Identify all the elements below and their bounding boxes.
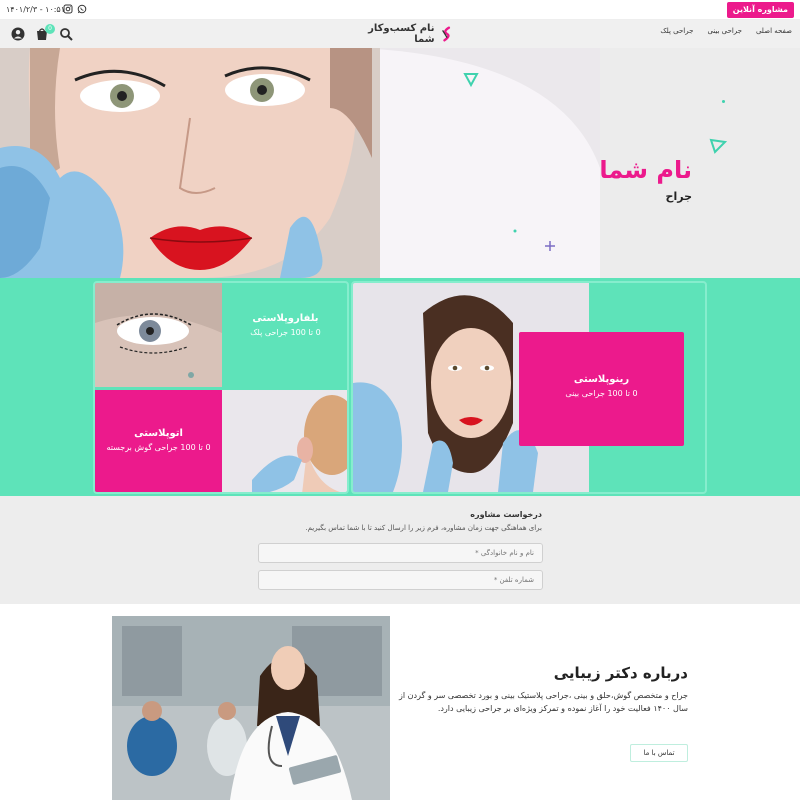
services-section: بلفاروپلاستی 0 تا 100 جراحی پلک اتوپلاست…: [0, 278, 800, 496]
rhinoplasty-card[interactable]: رینوپلاستی 0 تا 100 جراحی بینی: [519, 332, 684, 446]
instagram-icon[interactable]: [63, 4, 73, 14]
otoplasty-card[interactable]: اتوپلاستی 0 تا 100 جراحی گوش برجسته: [95, 390, 222, 492]
about-section: درباره دکتر زیبایی جراح و متخصص گوش،حلق …: [0, 604, 800, 800]
top-bar: مشاوره آنلاین ۱۴۰۱/۲/۳ - ۱۰:۵۱: [0, 0, 800, 20]
eye-closeup-image: [95, 283, 222, 387]
contact-us-button[interactable]: تماس با ما: [630, 744, 688, 762]
card-desc: 0 تا 100 جراحی بینی: [565, 389, 638, 398]
about-title: درباره دکتر زیبایی: [553, 664, 688, 682]
services-right-block: رینوپلاستی 0 تا 100 جراحی بینی: [351, 281, 707, 494]
card-title: رینوپلاستی: [573, 374, 630, 385]
whatsapp-icon[interactable]: [77, 4, 87, 14]
decor-dot: [722, 100, 725, 103]
hero-title: نام شما: [599, 156, 692, 184]
cart-count-badge: 0: [45, 24, 55, 34]
consultation-title: درخواست مشاوره: [470, 510, 542, 519]
date-time: ۱۴۰۱/۲/۳ - ۱۰:۵۱: [6, 5, 66, 14]
logo-mark-icon: [441, 26, 450, 42]
about-text: جراح و متخصص گوش،حلق و بینی ،جراحی پلاست…: [399, 691, 688, 713]
hero-banner: نام شما جراح: [0, 48, 800, 278]
site-header: صفحه اصلی جراحی بینی جراحی پلک نام کسب‌و…: [0, 20, 800, 48]
phone-input[interactable]: [258, 570, 543, 590]
blepharoplasty-card[interactable]: بلفاروپلاستی 0 تا 100 جراحی پلک: [222, 313, 347, 337]
card-desc: 0 تا 100 جراحی گوش برجسته: [106, 443, 211, 452]
full-name-input[interactable]: [258, 543, 543, 563]
nav-item-rhinoplasty[interactable]: جراحی بینی: [707, 27, 742, 35]
online-consultation-button[interactable]: مشاوره آنلاین: [726, 2, 794, 18]
decor-triangle-icon: [709, 138, 728, 154]
card-desc: 0 تا 100 جراحی پلک: [250, 328, 321, 337]
card-title: اتوپلاستی: [134, 428, 183, 439]
main-nav: صفحه اصلی جراحی بینی جراحی پلک: [660, 27, 792, 35]
consultation-subtitle: برای هماهنگی جهت زمان مشاوره، فرم زیر را…: [305, 524, 542, 532]
page: مشاوره آنلاین ۱۴۰۱/۲/۳ - ۱۰:۵۱ صفحه اصلی…: [0, 0, 800, 800]
doctor-photo-image: [112, 616, 390, 800]
nav-item-home[interactable]: صفحه اصلی: [756, 27, 792, 35]
user-icon[interactable]: [11, 27, 25, 41]
site-logo[interactable]: نام کسب‌وکار شما: [353, 23, 453, 45]
search-icon[interactable]: [59, 27, 73, 41]
consultation-section: درخواست مشاوره برای هماهنگی جهت زمان مشا…: [0, 496, 800, 604]
hero-subtitle: جراح: [665, 190, 692, 203]
services-left-block: بلفاروپلاستی 0 تا 100 جراحی پلک اتوپلاست…: [93, 281, 349, 494]
nav-item-eyelid-surgery[interactable]: جراحی پلک: [660, 27, 693, 35]
header-icons: 0: [8, 24, 78, 42]
logo-text: نام کسب‌وکار شما: [368, 23, 435, 45]
card-title: بلفاروپلاستی: [252, 313, 319, 324]
ear-exam-image: [222, 390, 347, 492]
hero-face-image: [0, 48, 600, 278]
